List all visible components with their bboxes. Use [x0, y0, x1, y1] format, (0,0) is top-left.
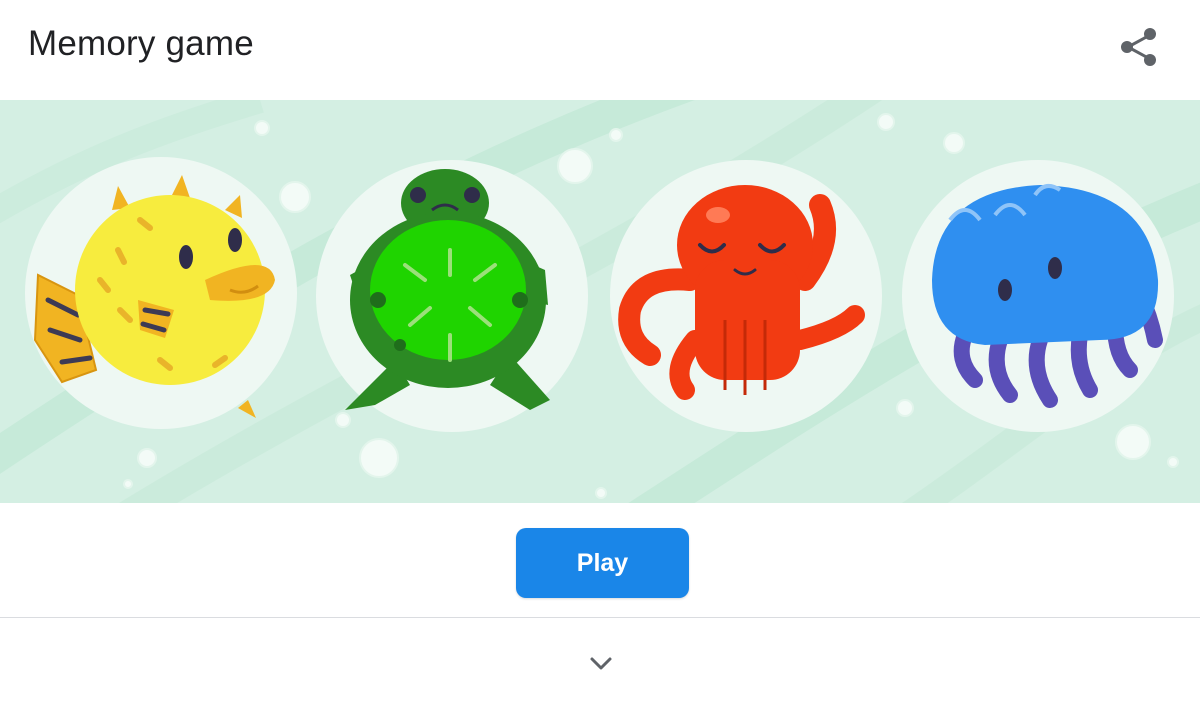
header: Memory game [0, 0, 1200, 100]
divider [0, 617, 1200, 618]
page-title: Memory game [28, 24, 254, 63]
card-jellyfish[interactable] [902, 160, 1174, 432]
chevron-down-icon[interactable] [580, 642, 622, 684]
play-button[interactable]: Play [516, 528, 689, 598]
share-icon[interactable] [1112, 22, 1166, 74]
game-banner [0, 100, 1200, 503]
card-pufferfish[interactable] [25, 157, 297, 429]
card-turtle[interactable] [316, 160, 588, 432]
card-octopus[interactable] [610, 160, 882, 432]
